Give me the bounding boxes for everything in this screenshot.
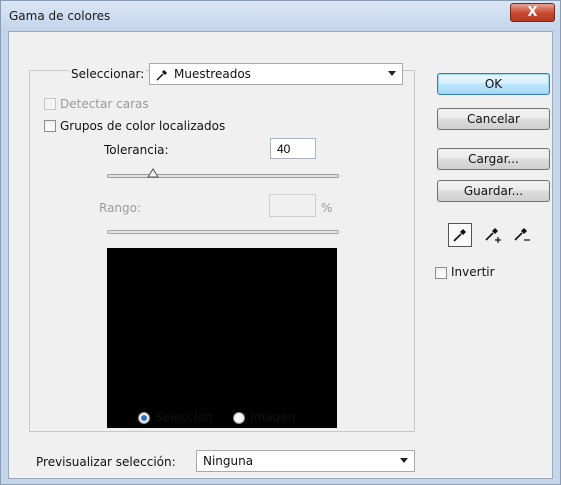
preview-selection-value: Ninguna <box>203 454 254 468</box>
invert-checkbox[interactable] <box>435 267 447 279</box>
range-input <box>269 194 316 217</box>
eyedropper-tool[interactable] <box>448 223 472 247</box>
preview-selection-label: Previsualizar selección: <box>36 455 176 469</box>
selection-preview <box>107 248 337 428</box>
add-to-sample-tool[interactable] <box>480 223 504 247</box>
chevron-down-icon <box>388 71 396 76</box>
close-button[interactable]: X <box>510 3 555 22</box>
detect-faces-label: Detectar caras <box>60 97 149 111</box>
chevron-down-icon <box>400 458 408 463</box>
tolerance-slider-thumb[interactable] <box>147 168 160 178</box>
invert-label: Invertir <box>451 265 495 279</box>
eyedropper-minus-icon <box>514 228 530 241</box>
range-unit: % <box>321 201 333 215</box>
select-value: Muestreados <box>174 67 251 81</box>
range-label: Rango: <box>99 201 142 215</box>
color-range-dialog: Gama de colores X Seleccionar: Muestread… <box>0 0 561 485</box>
load-button[interactable]: Cargar... <box>437 148 550 170</box>
close-icon: X <box>527 5 538 20</box>
selected-dot <box>141 415 147 421</box>
cancel-button[interactable]: Cancelar <box>437 108 550 130</box>
title-bar[interactable]: Gama de colores X <box>1 1 560 31</box>
eyedropper-plus-icon <box>485 228 501 243</box>
window-title: Gama de colores <box>9 9 111 23</box>
image-radio[interactable] <box>233 412 245 424</box>
tolerance-slider-track[interactable] <box>107 174 339 178</box>
eyedropper-icon <box>453 229 466 242</box>
localized-groups-checkbox[interactable] <box>44 120 56 132</box>
tolerance-input[interactable] <box>270 138 316 159</box>
detect-faces-checkbox[interactable] <box>44 98 56 110</box>
localized-groups-label: Grupos de color localizados <box>60 119 226 133</box>
preview-selection-dropdown[interactable]: Ninguna <box>196 450 415 472</box>
image-radio-label: Imagen <box>250 410 296 424</box>
ok-button[interactable]: OK <box>437 73 550 95</box>
tolerance-label: Tolerancia: <box>104 143 169 157</box>
eyedropper-icon <box>156 70 167 81</box>
subtract-from-sample-tool[interactable] <box>509 223 533 247</box>
save-button[interactable]: Guardar... <box>437 180 550 202</box>
selection-radio[interactable] <box>138 412 150 424</box>
range-slider-track <box>107 230 339 234</box>
select-dropdown[interactable]: Muestreados <box>149 63 403 85</box>
select-label: Seleccionar: <box>69 67 147 81</box>
selection-radio-label: Selección <box>155 410 213 424</box>
